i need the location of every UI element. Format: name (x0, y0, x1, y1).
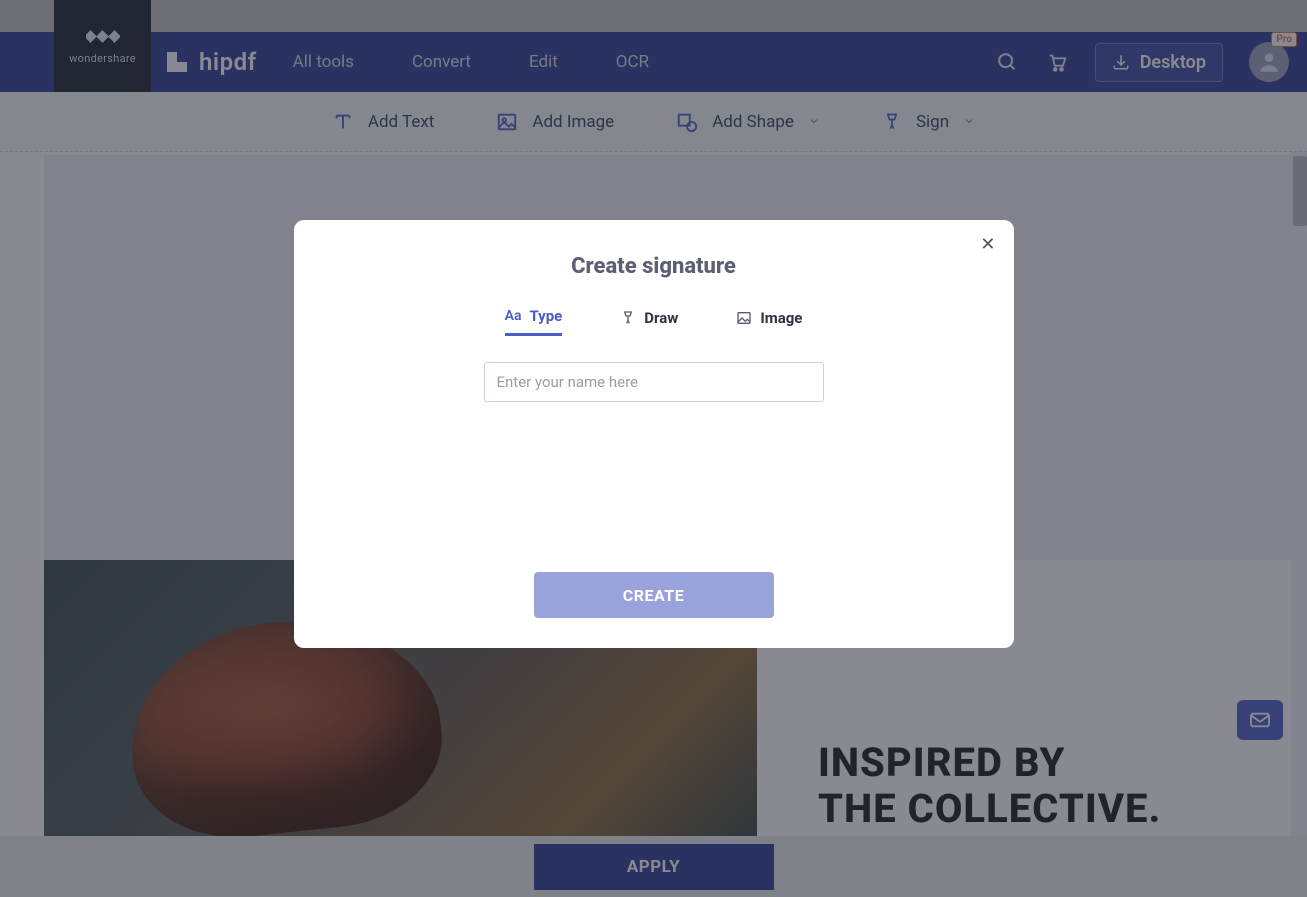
tab-image-label: Image (760, 309, 802, 327)
create-signature-modal: ✕ Create signature Aa Type Draw Image CR… (294, 220, 1014, 648)
close-icon[interactable]: ✕ (980, 234, 995, 255)
image-icon (736, 310, 752, 326)
tab-draw-label: Draw (644, 309, 678, 327)
tab-type[interactable]: Aa Type (505, 307, 563, 336)
type-aa-icon: Aa (505, 308, 522, 324)
modal-title: Create signature (320, 254, 988, 279)
tab-draw[interactable]: Draw (620, 307, 678, 336)
tab-type-label: Type (529, 307, 562, 325)
create-button[interactable]: CREATE (534, 572, 774, 618)
signature-tabs: Aa Type Draw Image (320, 307, 988, 336)
modal-overlay[interactable]: ✕ Create signature Aa Type Draw Image CR… (0, 0, 1307, 897)
signature-name-input[interactable] (484, 362, 824, 402)
tab-image[interactable]: Image (736, 307, 802, 336)
pen-icon (620, 310, 636, 326)
